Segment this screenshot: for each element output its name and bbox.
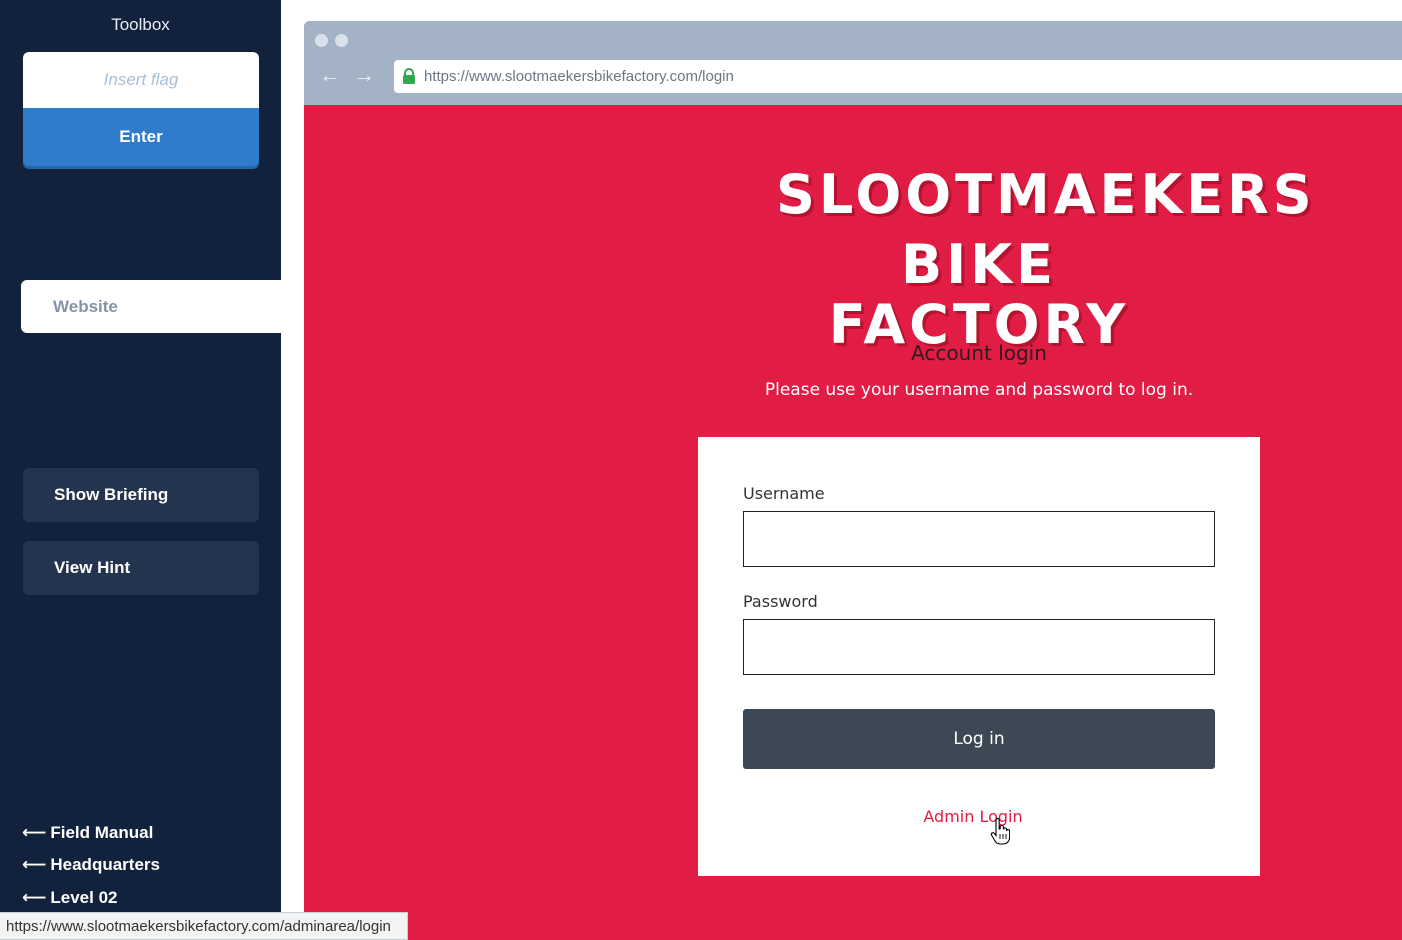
page-heading: Account login bbox=[911, 341, 1047, 365]
nav-link-headquarters[interactable]: ⟵ Headquarters bbox=[22, 855, 160, 875]
back-arrow-icon: ⟵ bbox=[22, 855, 47, 874]
flag-input[interactable] bbox=[23, 52, 259, 108]
back-arrow-icon: ⟵ bbox=[22, 823, 47, 842]
nav-link-label: Level 02 bbox=[50, 888, 118, 907]
username-label: Username bbox=[743, 484, 825, 503]
address-bar[interactable]: https://www.slootmaekersbikefactory.com/… bbox=[394, 60, 1402, 93]
nav-link-level-02[interactable]: ⟵ Level 02 bbox=[22, 888, 117, 908]
tab-website[interactable]: Website bbox=[21, 280, 281, 333]
nav-link-field-manual[interactable]: ⟵ Field Manual bbox=[22, 823, 153, 843]
username-input[interactable] bbox=[743, 511, 1215, 567]
toolbox-sidebar: Toolbox Enter Website Show Briefing View… bbox=[0, 0, 281, 940]
nav-link-label: Field Manual bbox=[50, 823, 154, 842]
login-card: Username Password Log in Admin Login bbox=[698, 437, 1260, 876]
lock-icon bbox=[394, 68, 424, 85]
back-arrow-icon: ⟵ bbox=[22, 888, 47, 907]
show-briefing-button[interactable]: Show Briefing bbox=[23, 468, 259, 522]
window-dot-icon bbox=[315, 34, 328, 47]
hand-cursor-icon bbox=[990, 818, 1010, 845]
forward-arrow-icon[interactable]: → bbox=[352, 64, 376, 86]
status-bar-url: https://www.slootmaekersbikefactory.com/… bbox=[0, 912, 408, 940]
logo-line-2: BIKE FACTORY bbox=[828, 233, 1130, 356]
admin-login-link[interactable]: Admin Login bbox=[698, 807, 1248, 826]
password-input[interactable] bbox=[743, 619, 1215, 675]
nav-link-label: Headquarters bbox=[50, 855, 160, 874]
address-url: https://www.slootmaekersbikefactory.com/… bbox=[424, 68, 734, 85]
window-dot-icon bbox=[335, 34, 348, 47]
toolbox-title: Toolbox bbox=[111, 15, 170, 34]
back-arrow-icon[interactable]: ← bbox=[318, 64, 342, 86]
logo-line-1: SLOOTMAEKERS bbox=[776, 163, 1316, 226]
login-button[interactable]: Log in bbox=[743, 709, 1215, 769]
page-subheading: Please use your username and password to… bbox=[764, 380, 1194, 400]
password-label: Password bbox=[743, 592, 818, 611]
browser-window: ← → https://www.slootmaekersbikefactory.… bbox=[304, 21, 1402, 940]
view-hint-button[interactable]: View Hint bbox=[23, 541, 259, 595]
enter-button[interactable]: Enter bbox=[23, 108, 259, 166]
browser-chrome: ← → https://www.slootmaekersbikefactory.… bbox=[304, 21, 1402, 105]
